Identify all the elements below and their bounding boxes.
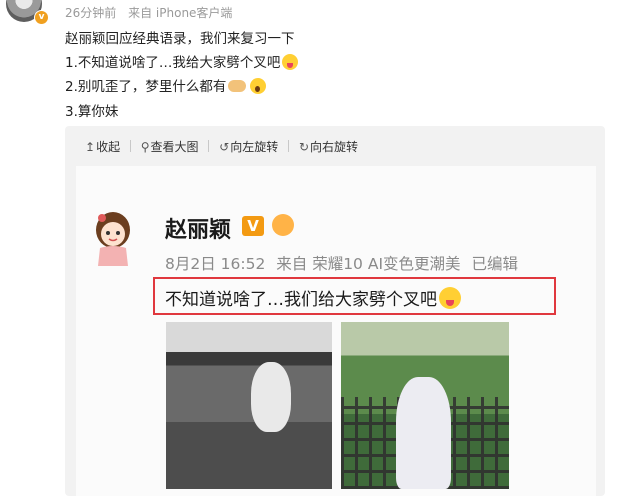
screenshot-edited: 已编辑 bbox=[471, 255, 518, 273]
post-line-2-text: 1.不知道说啥了…我给大家劈个叉吧 bbox=[65, 55, 281, 71]
screenshot-post-text-content: 不知道说啥了…我们给大家劈个叉吧 bbox=[165, 290, 437, 310]
embedded-screenshot[interactable] bbox=[76, 166, 596, 496]
handshake-icon bbox=[228, 80, 247, 92]
screenshot-user-name: 赵丽颖 bbox=[165, 218, 232, 243]
crown-icon bbox=[272, 214, 294, 236]
rotate-right-label: 向右旋转 bbox=[310, 140, 359, 154]
vip-badge-icon: V bbox=[242, 216, 264, 236]
screenshot-post-text: 不知道说啥了…我们给大家劈个叉吧 bbox=[165, 285, 461, 310]
toolbar-divider bbox=[208, 140, 210, 152]
woman-figure bbox=[396, 377, 451, 489]
post-line-3-text: 2.别叽歪了，梦里什么都有 bbox=[65, 79, 227, 95]
post-line-2: 1.不知道说啥了…我给大家劈个叉吧 bbox=[65, 51, 299, 71]
post-line-4: 3.算你妹 bbox=[65, 104, 119, 120]
cartoon-avatar bbox=[96, 212, 130, 266]
screenshot-meta: 8月2日 16:52 来自 荣耀10 AI变色更潮美 已编辑 bbox=[165, 252, 518, 274]
photo-floor bbox=[166, 422, 332, 489]
collapse-icon: ↥ bbox=[85, 140, 96, 154]
dog-figure bbox=[251, 362, 291, 432]
rotate-left-label: 向左旋转 bbox=[230, 140, 279, 154]
image-toolbar: ↥收起 ⚲查看大图 ↺向左旋转 ↻向右旋转 bbox=[85, 138, 358, 155]
shock-emoji-icon bbox=[250, 78, 267, 94]
view-large-button[interactable]: ⚲查看大图 bbox=[141, 138, 199, 155]
rotate-left-icon: ↺ bbox=[219, 140, 230, 154]
toolbar-divider bbox=[129, 140, 131, 152]
collapse-button[interactable]: ↥收起 bbox=[85, 138, 120, 155]
photo-dog[interactable] bbox=[166, 322, 332, 489]
post-line-3: 2.别叽歪了，梦里什么都有 bbox=[65, 75, 267, 95]
tongue-emoji-icon bbox=[439, 287, 461, 309]
post-source: 来自 iPhone客户端 bbox=[128, 6, 233, 20]
toolbar-divider bbox=[288, 140, 290, 152]
view-large-label: 查看大图 bbox=[150, 140, 199, 154]
rotate-right-icon: ↻ bbox=[298, 140, 309, 154]
rotate-left-button[interactable]: ↺向左旋转 bbox=[219, 138, 278, 155]
zoom-icon: ⚲ bbox=[140, 140, 150, 154]
post-line-1: 赵丽颖回应经典语录，我们来复习一下 bbox=[65, 31, 295, 47]
verified-badge-icon: v bbox=[34, 10, 49, 25]
post-time: 26分钟前 bbox=[65, 6, 117, 20]
screenshot-source: 来自 荣耀10 AI变色更潮美 bbox=[276, 255, 461, 273]
tongue-emoji-icon bbox=[282, 54, 299, 70]
post-meta: 26分钟前 来自 iPhone客户端 bbox=[65, 4, 232, 21]
photo-woman[interactable] bbox=[341, 322, 509, 489]
screenshot-date-time: 8月2日 16:52 bbox=[165, 255, 266, 273]
collapse-label: 收起 bbox=[96, 140, 121, 154]
rotate-right-button[interactable]: ↻向右旋转 bbox=[299, 138, 358, 155]
